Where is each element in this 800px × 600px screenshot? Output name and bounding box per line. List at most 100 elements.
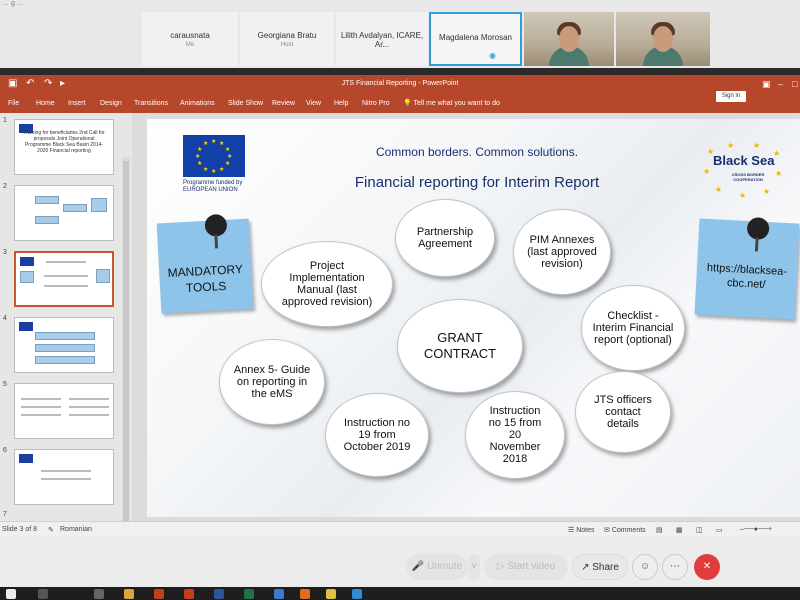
star-icon: ★ bbox=[195, 154, 201, 160]
star-icon: ★ bbox=[775, 169, 783, 178]
thumb-line bbox=[44, 275, 88, 277]
more-options-icon[interactable]: ⋯ bbox=[662, 554, 688, 580]
windows-start-icon[interactable] bbox=[6, 589, 16, 599]
sign-in-button[interactable]: Sign in bbox=[716, 91, 746, 102]
bubble-jts-officers: JTS officers contact details bbox=[575, 371, 671, 453]
bubble-partnership-agreement: Partnership Agreement bbox=[395, 199, 495, 277]
participant-video-tile[interactable] bbox=[616, 12, 710, 66]
bubble-project-implementation-manual: Project Implementation Manual (last appr… bbox=[261, 241, 393, 327]
slide-thumbnail[interactable] bbox=[14, 449, 114, 505]
tab-review[interactable]: Review bbox=[272, 100, 295, 107]
unmute-button[interactable]: 🎤 Unmute bbox=[406, 554, 468, 580]
tab-slide-show[interactable]: Slide Show bbox=[228, 100, 263, 107]
tab-view[interactable]: View bbox=[306, 100, 321, 107]
powerpoint-icon[interactable] bbox=[184, 589, 194, 599]
reading-view-icon[interactable]: ◫ bbox=[696, 526, 703, 534]
participant-name: carausnata bbox=[170, 31, 210, 40]
eu-flag-logo: ★ ★ ★ ★ ★ ★ ★ ★ ★ ★ ★ ★ bbox=[183, 135, 245, 177]
tab-help[interactable]: Help bbox=[334, 100, 348, 107]
thumb-shape bbox=[63, 204, 87, 212]
thumb-shape bbox=[35, 344, 95, 352]
pushpin-needle bbox=[754, 237, 759, 252]
participant-name: Georgiana Bratu bbox=[257, 31, 317, 40]
ribbon-tabs: File Home Insert Design Transitions Anim… bbox=[0, 95, 800, 113]
firefox-icon[interactable] bbox=[300, 589, 310, 599]
thumb-line bbox=[41, 478, 91, 480]
window-title: JTS Financial Reporting - PowerPoint bbox=[341, 80, 459, 87]
participant-tile-active[interactable]: Magdalena Morosan ◉ bbox=[429, 12, 522, 66]
slide[interactable]: ★ ★ ★ ★ ★ ★ ★ ★ ★ ★ ★ ★ Programme funded… bbox=[147, 119, 800, 517]
start-video-label: Start video bbox=[507, 561, 556, 572]
tab-animations[interactable]: Animations bbox=[180, 100, 215, 107]
bubble-pim-annexes: PIM Annexes (last approved revision) bbox=[513, 209, 611, 295]
tab-design[interactable]: Design bbox=[100, 100, 122, 107]
normal-view-icon[interactable]: ▤ bbox=[656, 526, 663, 534]
webex-icon[interactable] bbox=[352, 589, 362, 599]
language-indicator[interactable]: Romanian bbox=[60, 526, 92, 533]
thumb-line bbox=[21, 398, 61, 400]
powerpoint-window: ▣ ↶ ↷ ▸ JTS Financial Reporting - PowerP… bbox=[0, 75, 800, 553]
star-icon: ★ bbox=[715, 185, 723, 194]
website-link[interactable]: https://blacksea-cbc.net/ bbox=[696, 260, 797, 293]
leave-meeting-icon[interactable]: ✕ bbox=[694, 554, 720, 580]
thumb-line bbox=[69, 406, 109, 408]
word-icon[interactable] bbox=[214, 589, 224, 599]
tell-me-search[interactable]: 💡 Tell me what you want to do bbox=[403, 99, 500, 107]
thumb-line bbox=[21, 414, 61, 416]
comments-label: Comments bbox=[611, 527, 646, 534]
thumb-shape bbox=[91, 198, 107, 212]
star-icon: ★ bbox=[219, 167, 225, 173]
slide-sorter-icon[interactable]: ▦ bbox=[676, 526, 683, 534]
thumb-line bbox=[46, 261, 86, 263]
participant-tile[interactable]: Lilith Avdalyan, ICARE, Ar... bbox=[336, 12, 428, 66]
maximize-icon[interactable]: □ bbox=[792, 79, 797, 89]
minimize-icon[interactable]: – bbox=[778, 79, 783, 89]
share-button[interactable]: ↗ Share bbox=[572, 554, 628, 580]
ribbon-display-icon[interactable]: ▣ bbox=[762, 79, 771, 90]
app-icon[interactable] bbox=[274, 589, 284, 599]
participant-tile[interactable]: Georgiana Bratu Host bbox=[240, 12, 334, 66]
star-icon: ★ bbox=[225, 147, 231, 153]
slide-thumbnail[interactable] bbox=[14, 185, 114, 241]
participant-name: Magdalena Morosan bbox=[439, 33, 512, 42]
excel-icon[interactable] bbox=[244, 589, 254, 599]
reactions-icon[interactable]: ☺ bbox=[632, 554, 658, 580]
participant-name: Lilith Avdalyan, ICARE, Ar... bbox=[340, 31, 424, 49]
slide-thumbnail[interactable] bbox=[14, 383, 114, 439]
scrollbar-thumb[interactable] bbox=[123, 161, 129, 541]
thumb-number: 3 bbox=[3, 249, 7, 256]
bubble-annex-5: Annex 5- Guide on reporting in the eMS bbox=[219, 339, 325, 425]
slide-thumbnail-selected[interactable] bbox=[14, 251, 114, 307]
thumb-line bbox=[44, 285, 88, 287]
participant-tile[interactable]: carausnata Me bbox=[142, 12, 238, 66]
tab-insert[interactable]: Insert bbox=[68, 100, 86, 107]
start-video-button[interactable]: ▷ Start video bbox=[484, 554, 568, 580]
thumbnails-scrollbar[interactable] bbox=[122, 157, 130, 553]
slide-slogan: Common borders. Common solutions. bbox=[375, 145, 579, 159]
thumb-number: 2 bbox=[3, 183, 7, 190]
thumb-shape bbox=[20, 271, 34, 283]
slide-thumbnail[interactable] bbox=[14, 317, 114, 373]
tab-file[interactable]: File bbox=[8, 100, 19, 107]
task-view-icon[interactable] bbox=[94, 589, 104, 599]
tab-transitions[interactable]: Transitions bbox=[134, 100, 168, 107]
search-icon[interactable] bbox=[38, 589, 48, 599]
notes-button[interactable]: ☰ Notes bbox=[568, 526, 595, 534]
slideshow-view-icon[interactable]: ▭ bbox=[716, 526, 723, 534]
tab-nitro-pro[interactable]: Nitro Pro bbox=[362, 100, 390, 107]
thumb-number: 1 bbox=[3, 117, 7, 124]
participant-video-tile[interactable] bbox=[524, 12, 614, 66]
tab-home[interactable]: Home bbox=[36, 100, 55, 107]
audio-options-chevron-icon[interactable]: ˅ bbox=[468, 554, 480, 580]
slide-thumbnail[interactable]: Training for beneficiaries 2nd Call for … bbox=[14, 119, 114, 175]
pdf-app-icon[interactable] bbox=[154, 589, 164, 599]
zoom-slider[interactable]: –──●──+ bbox=[740, 526, 772, 533]
file-explorer-icon[interactable] bbox=[124, 589, 134, 599]
comments-button[interactable]: ✉ Comments bbox=[604, 526, 646, 534]
note-text: MANDATORY TOOLS bbox=[167, 262, 244, 296]
chrome-icon[interactable] bbox=[326, 589, 336, 599]
star-icon: ★ bbox=[219, 141, 225, 147]
spellcheck-icon[interactable]: ✎ bbox=[48, 526, 54, 534]
thumb-text: Training for beneficiaries 2nd Call for … bbox=[23, 130, 105, 154]
thumb-line bbox=[21, 406, 61, 408]
